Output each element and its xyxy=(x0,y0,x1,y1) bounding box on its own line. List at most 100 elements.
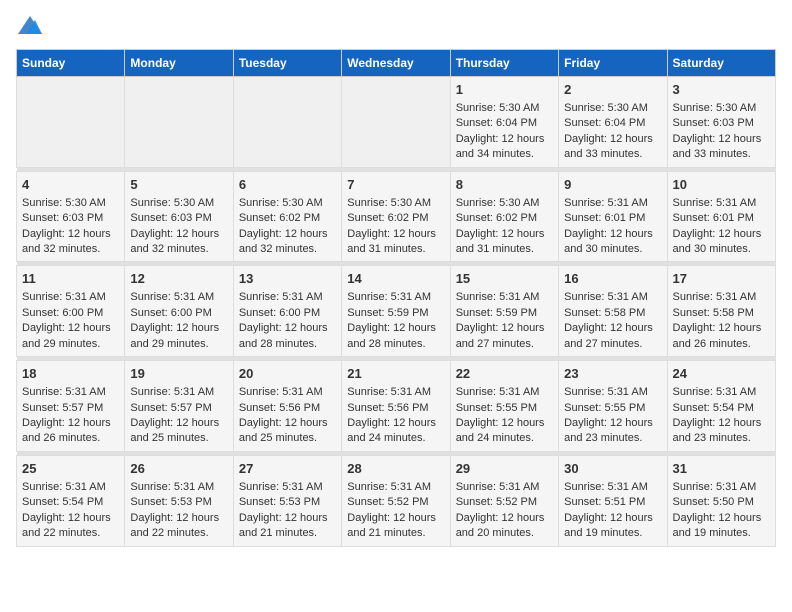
day-number: 3 xyxy=(673,81,770,99)
day-info: Sunrise: 5:31 AM Sunset: 5:57 PM Dayligh… xyxy=(22,386,111,444)
day-cell: 7 Sunrise: 5:30 AM Sunset: 6:02 PM Daylig… xyxy=(342,171,450,262)
day-info: Sunrise: 5:31 AM Sunset: 5:50 PM Dayligh… xyxy=(673,481,762,539)
header-saturday: Saturday xyxy=(667,49,775,76)
day-cell: 16 Sunrise: 5:31 AM Sunset: 5:58 PM Dayli… xyxy=(559,266,667,357)
header-tuesday: Tuesday xyxy=(233,49,341,76)
day-cell: 3 Sunrise: 5:30 AM Sunset: 6:03 PM Daylig… xyxy=(667,76,775,167)
day-number: 14 xyxy=(347,270,444,288)
day-number: 23 xyxy=(564,365,661,383)
day-info: Sunrise: 5:30 AM Sunset: 6:02 PM Dayligh… xyxy=(347,197,436,255)
week-row-5: 25Sunrise: 5:31 AM Sunset: 5:54 PM Dayli… xyxy=(17,455,776,546)
day-info: Sunrise: 5:31 AM Sunset: 6:00 PM Dayligh… xyxy=(22,291,111,349)
day-number: 6 xyxy=(239,176,336,194)
day-cell: 12 Sunrise: 5:31 AM Sunset: 6:00 PM Dayli… xyxy=(125,266,233,357)
day-number: 30 xyxy=(564,460,661,478)
day-cell: 9 Sunrise: 5:31 AM Sunset: 6:01 PM Daylig… xyxy=(559,171,667,262)
header-monday: Monday xyxy=(125,49,233,76)
page-header xyxy=(16,16,776,39)
day-number: 13 xyxy=(239,270,336,288)
day-info: Sunrise: 5:30 AM Sunset: 6:02 PM Dayligh… xyxy=(456,197,545,255)
calendar-header-row: SundayMondayTuesdayWednesdayThursdayFrid… xyxy=(17,49,776,76)
day-number: 12 xyxy=(130,270,227,288)
day-cell: 13 Sunrise: 5:31 AM Sunset: 6:00 PM Dayli… xyxy=(233,266,341,357)
logo-icon xyxy=(18,16,42,34)
day-cell: 22Sunrise: 5:31 AM Sunset: 5:55 PM Dayli… xyxy=(450,361,558,452)
day-info: Sunrise: 5:31 AM Sunset: 5:53 PM Dayligh… xyxy=(130,481,219,539)
day-number: 17 xyxy=(673,270,770,288)
day-number: 7 xyxy=(347,176,444,194)
day-cell xyxy=(17,76,125,167)
day-cell: 14 Sunrise: 5:31 AM Sunset: 5:59 PM Dayli… xyxy=(342,266,450,357)
logo xyxy=(16,16,42,39)
day-info: Sunrise: 5:31 AM Sunset: 5:53 PM Dayligh… xyxy=(239,481,328,539)
day-cell: 24 Sunrise: 5:31 AM Sunset: 5:54 PM Dayli… xyxy=(667,361,775,452)
day-info: Sunrise: 5:31 AM Sunset: 5:58 PM Dayligh… xyxy=(673,291,762,349)
day-info: Sunrise: 5:30 AM Sunset: 6:03 PM Dayligh… xyxy=(130,197,219,255)
day-info: Sunrise: 5:31 AM Sunset: 5:55 PM Dayligh… xyxy=(564,386,653,444)
day-info: Sunrise: 5:30 AM Sunset: 6:04 PM Dayligh… xyxy=(456,102,545,160)
header-sunday: Sunday xyxy=(17,49,125,76)
day-number: 24 xyxy=(673,365,770,383)
day-cell xyxy=(233,76,341,167)
day-cell: 1 Sunrise: 5:30 AM Sunset: 6:04 PM Daylig… xyxy=(450,76,558,167)
day-info: Sunrise: 5:31 AM Sunset: 5:54 PM Dayligh… xyxy=(673,386,762,444)
day-number: 26 xyxy=(130,460,227,478)
day-info: Sunrise: 5:30 AM Sunset: 6:03 PM Dayligh… xyxy=(673,102,762,160)
day-number: 9 xyxy=(564,176,661,194)
day-cell: 6 Sunrise: 5:30 AM Sunset: 6:02 PM Daylig… xyxy=(233,171,341,262)
day-cell xyxy=(342,76,450,167)
week-row-1: 1 Sunrise: 5:30 AM Sunset: 6:04 PM Daylig… xyxy=(17,76,776,167)
day-info: Sunrise: 5:31 AM Sunset: 5:56 PM Dayligh… xyxy=(347,386,436,444)
day-info: Sunrise: 5:31 AM Sunset: 5:54 PM Dayligh… xyxy=(22,481,111,539)
day-number: 8 xyxy=(456,176,553,194)
header-friday: Friday xyxy=(559,49,667,76)
day-cell: 11 Sunrise: 5:31 AM Sunset: 6:00 PM Dayli… xyxy=(17,266,125,357)
day-info: Sunrise: 5:31 AM Sunset: 5:58 PM Dayligh… xyxy=(564,291,653,349)
day-cell: 31Sunrise: 5:31 AM Sunset: 5:50 PM Dayli… xyxy=(667,455,775,546)
day-cell: 25Sunrise: 5:31 AM Sunset: 5:54 PM Dayli… xyxy=(17,455,125,546)
day-info: Sunrise: 5:30 AM Sunset: 6:04 PM Dayligh… xyxy=(564,102,653,160)
day-info: Sunrise: 5:31 AM Sunset: 6:00 PM Dayligh… xyxy=(130,291,219,349)
day-cell: 29 Sunrise: 5:31 AM Sunset: 5:52 PM Dayli… xyxy=(450,455,558,546)
day-info: Sunrise: 5:31 AM Sunset: 6:01 PM Dayligh… xyxy=(564,197,653,255)
day-cell: 8 Sunrise: 5:30 AM Sunset: 6:02 PM Daylig… xyxy=(450,171,558,262)
day-number: 16 xyxy=(564,270,661,288)
day-info: Sunrise: 5:31 AM Sunset: 5:51 PM Dayligh… xyxy=(564,481,653,539)
day-number: 28 xyxy=(347,460,444,478)
day-cell: 20 Sunrise: 5:31 AM Sunset: 5:56 PM Dayli… xyxy=(233,361,341,452)
day-number: 10 xyxy=(673,176,770,194)
day-number: 18 xyxy=(22,365,119,383)
day-number: 20 xyxy=(239,365,336,383)
calendar-table: SundayMondayTuesdayWednesdayThursdayFrid… xyxy=(16,49,776,547)
day-info: Sunrise: 5:31 AM Sunset: 6:01 PM Dayligh… xyxy=(673,197,762,255)
day-number: 2 xyxy=(564,81,661,99)
day-cell: 26 Sunrise: 5:31 AM Sunset: 5:53 PM Dayli… xyxy=(125,455,233,546)
day-cell: 17 Sunrise: 5:31 AM Sunset: 5:58 PM Dayli… xyxy=(667,266,775,357)
day-cell: 15Sunrise: 5:31 AM Sunset: 5:59 PM Dayli… xyxy=(450,266,558,357)
day-number: 11 xyxy=(22,270,119,288)
day-cell: 19Sunrise: 5:31 AM Sunset: 5:57 PM Dayli… xyxy=(125,361,233,452)
day-number: 4 xyxy=(22,176,119,194)
week-row-2: 4 Sunrise: 5:30 AM Sunset: 6:03 PM Daylig… xyxy=(17,171,776,262)
day-cell: 10 Sunrise: 5:31 AM Sunset: 6:01 PM Dayli… xyxy=(667,171,775,262)
day-info: Sunrise: 5:31 AM Sunset: 6:00 PM Dayligh… xyxy=(239,291,328,349)
day-cell: 2 Sunrise: 5:30 AM Sunset: 6:04 PM Daylig… xyxy=(559,76,667,167)
day-info: Sunrise: 5:30 AM Sunset: 6:02 PM Dayligh… xyxy=(239,197,328,255)
day-number: 5 xyxy=(130,176,227,194)
day-cell: 27Sunrise: 5:31 AM Sunset: 5:53 PM Dayli… xyxy=(233,455,341,546)
day-info: Sunrise: 5:31 AM Sunset: 5:56 PM Dayligh… xyxy=(239,386,328,444)
day-cell: 18 Sunrise: 5:31 AM Sunset: 5:57 PM Dayli… xyxy=(17,361,125,452)
header-wednesday: Wednesday xyxy=(342,49,450,76)
day-number: 19 xyxy=(130,365,227,383)
day-number: 29 xyxy=(456,460,553,478)
day-info: Sunrise: 5:31 AM Sunset: 5:59 PM Dayligh… xyxy=(456,291,545,349)
day-info: Sunrise: 5:31 AM Sunset: 5:59 PM Dayligh… xyxy=(347,291,436,349)
week-row-3: 11 Sunrise: 5:31 AM Sunset: 6:00 PM Dayli… xyxy=(17,266,776,357)
day-info: Sunrise: 5:31 AM Sunset: 5:52 PM Dayligh… xyxy=(456,481,545,539)
day-cell: 21Sunrise: 5:31 AM Sunset: 5:56 PM Dayli… xyxy=(342,361,450,452)
day-number: 22 xyxy=(456,365,553,383)
day-number: 1 xyxy=(456,81,553,99)
day-cell: 23 Sunrise: 5:31 AM Sunset: 5:55 PM Dayli… xyxy=(559,361,667,452)
day-cell: 30 Sunrise: 5:31 AM Sunset: 5:51 PM Dayli… xyxy=(559,455,667,546)
day-info: Sunrise: 5:30 AM Sunset: 6:03 PM Dayligh… xyxy=(22,197,111,255)
